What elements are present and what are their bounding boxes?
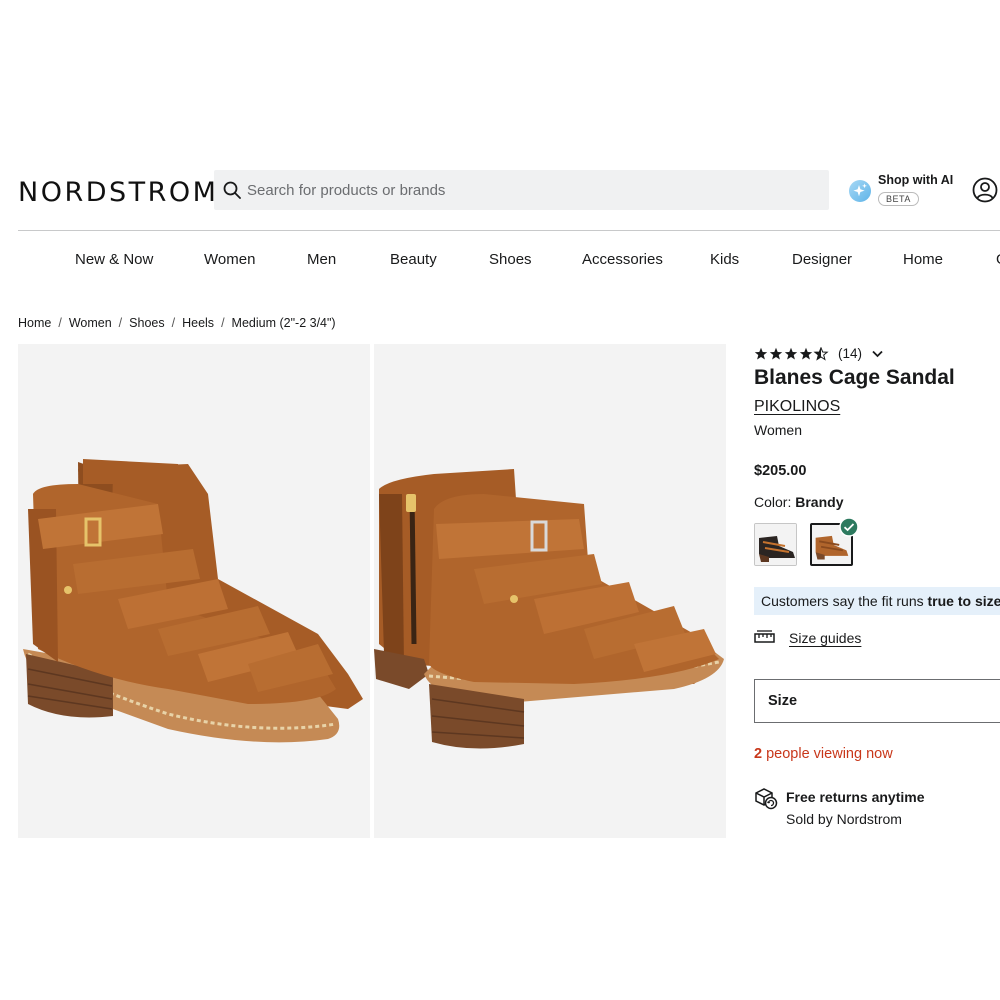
nav-item-beauty[interactable]: Beauty <box>390 251 437 268</box>
breadcrumb-separator: / <box>118 316 123 330</box>
breadcrumb-heels[interactable]: Heels <box>182 316 214 330</box>
sandal-back-image <box>374 469 724 749</box>
nav-item-shoes[interactable]: Shoes <box>489 251 532 268</box>
nordstrom-logo[interactable]: NORDSTROM <box>18 177 218 208</box>
fit-prefix: Customers say the fit runs <box>761 593 924 609</box>
account-icon[interactable] <box>972 177 998 203</box>
color-value: Brandy <box>795 494 844 510</box>
selected-check-icon <box>839 517 859 537</box>
free-returns-title: Free returns anytime <box>786 789 925 805</box>
ruler-icon <box>754 630 775 643</box>
star-rating-icon <box>754 346 829 361</box>
sandal-front-image <box>23 459 363 743</box>
product-title: Blanes Cage Sandal <box>754 366 955 389</box>
search-icon <box>223 181 241 199</box>
ai-sparkle-icon <box>849 180 871 202</box>
nav-item-women[interactable]: Women <box>204 251 255 268</box>
rating-stars <box>754 346 830 361</box>
rating-count: (14) <box>838 346 863 361</box>
product-gender: Women <box>754 422 802 438</box>
breadcrumb-women[interactable]: Women <box>69 316 112 330</box>
nav-item-new-now[interactable]: New & Now <box>75 251 153 268</box>
breadcrumb-separator: / <box>58 316 62 330</box>
viewing-now-notice: 2 people viewing now <box>754 746 893 762</box>
search-input[interactable] <box>247 181 807 199</box>
free-returns-icon <box>755 788 778 810</box>
breadcrumb-medium-heel[interactable]: Medium (2"-2 3/4") <box>232 316 336 330</box>
nav-item-men[interactable]: Men <box>307 251 336 268</box>
site-header: NORDSTROM Shop with AI BETA <box>0 165 1000 217</box>
search-bar[interactable] <box>214 170 829 210</box>
shop-with-ai-label: Shop with AI <box>878 173 954 187</box>
product-image-back[interactable] <box>374 344 726 838</box>
breadcrumb: Home / Women / Shoes / Heels / Medium (2"-2 3/4"… <box>18 316 336 330</box>
fit-value: true to size. <box>927 593 1000 609</box>
breadcrumb-separator: / <box>171 316 176 330</box>
sold-by-text: Sold by Nordstrom <box>786 811 902 827</box>
product-price: $205.00 <box>754 463 807 479</box>
swatch-image-black <box>755 524 796 565</box>
shop-with-ai-button[interactable]: Shop with AI BETA <box>848 171 958 211</box>
header-divider <box>18 230 1000 231</box>
breadcrumb-shoes[interactable]: Shoes <box>129 316 164 330</box>
nav-item-home[interactable]: Home <box>903 251 943 268</box>
nav-item-kids[interactable]: Kids <box>710 251 739 268</box>
nav-item-accessories[interactable]: Accessories <box>582 251 663 268</box>
color-selection-label: Color: Brandy <box>754 494 843 510</box>
breadcrumb-home[interactable]: Home <box>18 316 51 330</box>
brand-link[interactable]: PIKOLINOS <box>754 398 840 416</box>
size-guides-label: Size guides <box>789 630 862 646</box>
breadcrumb-separator: / <box>221 316 225 330</box>
rating-summary[interactable]: (14) <box>754 346 883 361</box>
viewing-count: 2 <box>754 746 763 762</box>
fit-summary: Customers say the fit runs true to size. <box>754 587 1000 615</box>
nav-item-truncated[interactable]: G <box>996 251 1000 268</box>
main-nav: New & Now Women Men Beauty Shoes Accesso… <box>0 251 1000 273</box>
color-label: Color: <box>754 494 792 510</box>
product-image-front[interactable] <box>18 344 370 838</box>
chevron-down-icon <box>872 350 883 357</box>
size-dropdown[interactable]: Size <box>754 679 1000 723</box>
viewing-text: people viewing now <box>766 746 893 762</box>
beta-badge: BETA <box>878 192 919 206</box>
color-swatch-black[interactable] <box>754 523 797 566</box>
size-guides-link[interactable]: Size guides <box>754 630 861 646</box>
nav-item-designer[interactable]: Designer <box>792 251 852 268</box>
